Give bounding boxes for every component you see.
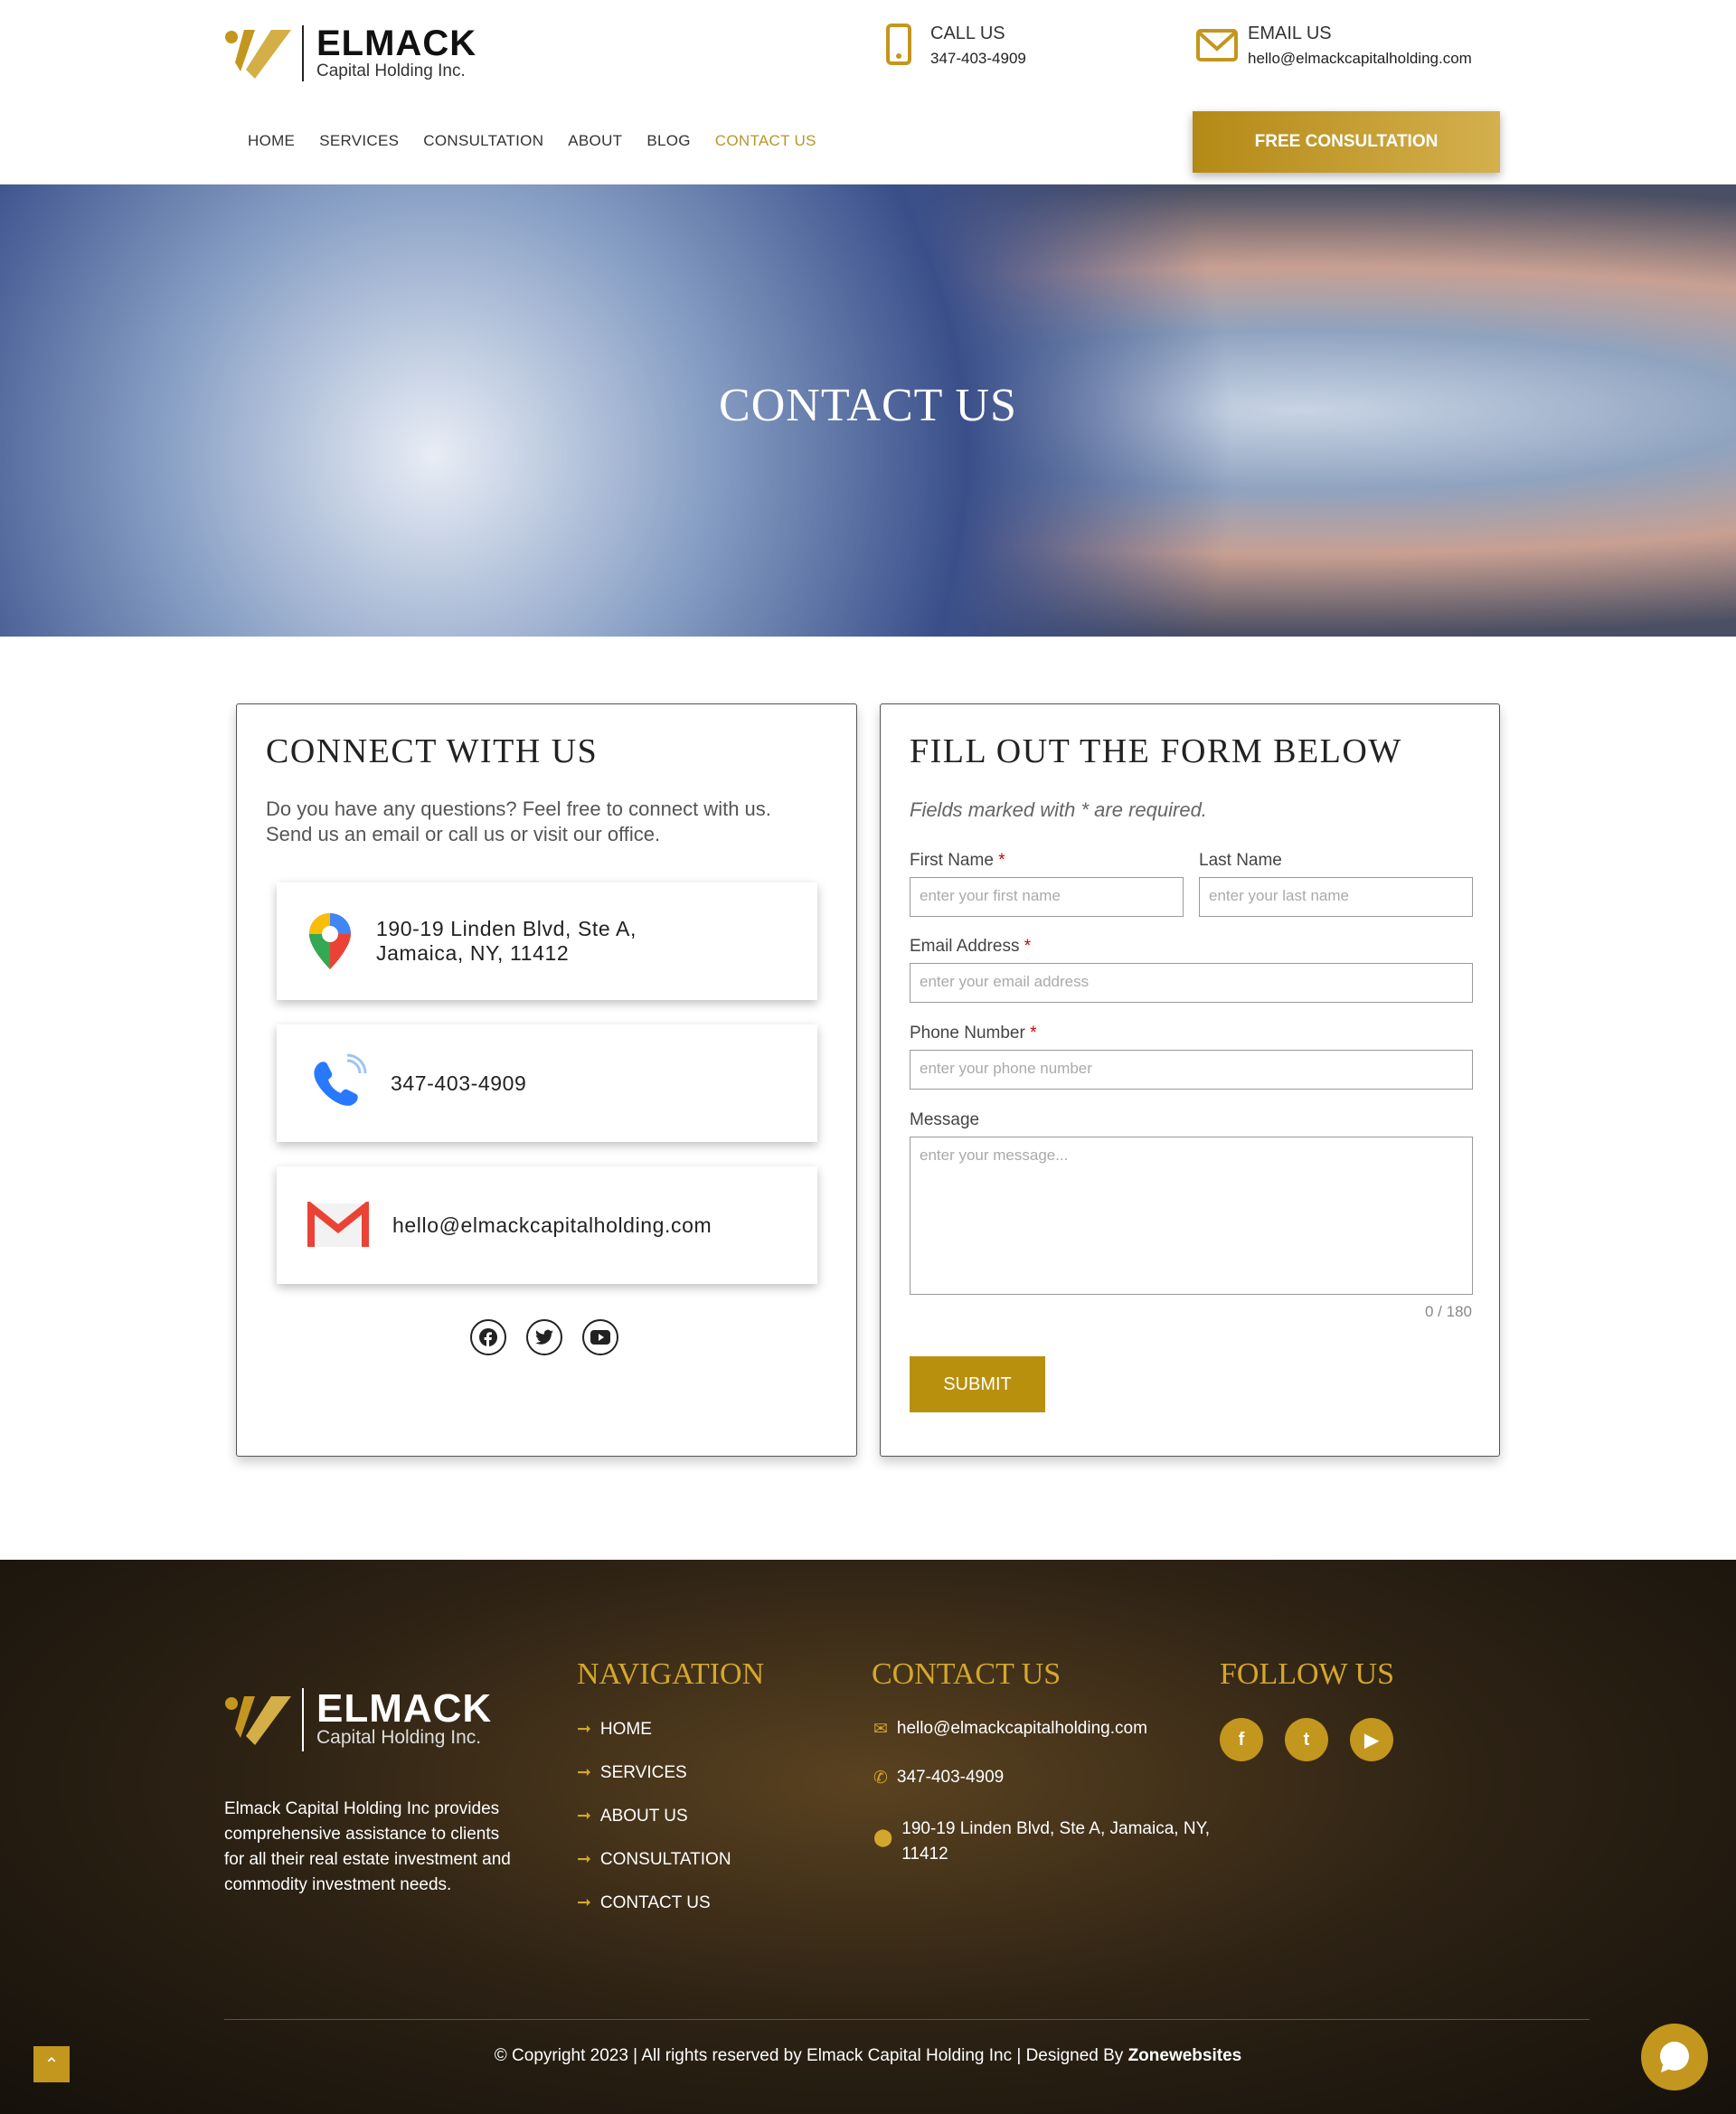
nav-services[interactable]: SERVICES	[319, 132, 399, 149]
footer-nav-consultation[interactable]: ➞ CONSULTATION	[577, 1849, 731, 1892]
twitter-icon[interactable]	[526, 1319, 562, 1355]
gmail-icon	[307, 1202, 369, 1247]
nav-consultation[interactable]: CONSULTATION	[423, 132, 543, 149]
phone-input[interactable]: enter your phone number	[910, 1050, 1473, 1090]
footer-nav-title: NAVIGATION	[577, 1657, 765, 1691]
footer-email-text: hello@elmackcapitalholding.com	[896, 1719, 1147, 1738]
footer-nav-contact[interactable]: ➞ CONTACT US	[577, 1892, 731, 1936]
envelope-icon	[1196, 29, 1238, 61]
required-asterisk: *	[1024, 937, 1032, 956]
phone-box[interactable]: 347-403-4909	[277, 1024, 817, 1142]
arrow-right-icon: ➞	[577, 1893, 591, 1912]
arrow-right-icon: ➞	[577, 1850, 591, 1869]
facebook-icon[interactable]	[470, 1319, 506, 1355]
phone-call-icon	[314, 1053, 367, 1106]
email-text: hello@elmackcapitalholding.com	[392, 1213, 712, 1237]
form-title: FILL OUT THE FORM BELOW	[910, 732, 1402, 770]
footer-email[interactable]: ✉ hello@elmackcapitalholding.com	[873, 1719, 1147, 1740]
submit-button[interactable]: SUBMIT	[910, 1356, 1045, 1412]
footer-phone[interactable]: ✆ 347-403-4909	[873, 1768, 1004, 1788]
arrow-right-icon: ➞	[577, 1807, 591, 1826]
phone-icon: ✆	[873, 1769, 888, 1788]
footer-nav-home[interactable]: ➞ HOME	[577, 1719, 731, 1762]
character-counter: 0 / 180	[1425, 1303, 1472, 1320]
footer-address: ⬤ 190-19 Linden Blvd, Ste A, Jamaica, NY,…	[873, 1817, 1217, 1867]
logo-word: ELMACK	[316, 1686, 493, 1731]
connect-card: CONNECT WITH US Do you have any question…	[236, 703, 857, 1457]
footer-nav-label: CONTACT US	[599, 1893, 711, 1912]
logo-subtitle: Capital Holding Inc.	[316, 61, 466, 80]
youtube-icon[interactable]	[582, 1319, 618, 1355]
call-value[interactable]: 347-403-4909	[930, 50, 1026, 68]
copyright: © Copyright 2023 | All rights reserved b…	[0, 2046, 1736, 2066]
connect-title: CONNECT WITH US	[266, 732, 599, 770]
required-asterisk: *	[1030, 1024, 1037, 1043]
designer-link[interactable]: Zonewebsites	[1128, 2046, 1242, 2065]
required-note: Fields marked with * are required.	[910, 798, 1207, 821]
social-links	[470, 1319, 618, 1355]
footer-nav-label: HOME	[599, 1720, 652, 1739]
email-value[interactable]: hello@elmackcapitalholding.com	[1248, 50, 1472, 68]
message-textarea[interactable]: enter your message...	[910, 1137, 1473, 1295]
email-address-label: Email Address	[910, 937, 1020, 956]
arrow-right-icon: ➞	[577, 1763, 591, 1782]
phone-icon	[886, 24, 911, 65]
footer-nav-label: SERVICES	[599, 1763, 687, 1782]
footer-nav-about[interactable]: ➞ ABOUT US	[577, 1806, 731, 1849]
phone-text: 347-403-4909	[391, 1071, 527, 1095]
footer-logo: ELMACK Capital Holding Inc.	[224, 1688, 492, 1751]
logo[interactable]: ELMACK Capital Holding Inc.	[224, 25, 476, 81]
footer-nav: ➞ HOME ➞ SERVICES ➞ ABOUT US ➞ CONSULTATION …	[577, 1719, 731, 1936]
footer-contact-title: CONTACT US	[872, 1657, 1061, 1691]
first-name-input[interactable]: enter your first name	[910, 877, 1184, 917]
chat-bubble-icon	[1660, 2042, 1689, 2072]
scroll-to-top-button[interactable]: ⌃	[33, 2046, 70, 2082]
hero-banner: CONTACT US	[0, 184, 1736, 637]
main-nav: HOME SERVICES CONSULTATION ABOUT BLOG CONTACT…	[248, 132, 841, 150]
map-pin-icon	[309, 913, 351, 969]
required-asterisk: *	[998, 851, 1005, 870]
phone-number-label: Phone Number	[910, 1024, 1025, 1043]
free-consultation-button[interactable]: FREE CONSULTATION	[1193, 111, 1500, 173]
call-label: CALL US	[930, 24, 1005, 43]
footer-nav-label: ABOUT US	[599, 1807, 688, 1826]
footer-description: Elmack Capital Holding Inc provides comp…	[224, 1799, 511, 1894]
nav-home[interactable]: HOME	[248, 132, 295, 149]
last-name-input[interactable]: enter your last name	[1199, 877, 1473, 917]
logo-subtitle: Capital Holding Inc.	[316, 1727, 482, 1748]
email-box[interactable]: hello@elmackcapitalholding.com	[277, 1166, 817, 1284]
nav-contact-us[interactable]: CONTACT US	[715, 132, 816, 149]
logo-mark-icon	[225, 1696, 291, 1745]
logo-word: ELMACK	[316, 24, 477, 63]
last-name-label: Last Name	[1199, 851, 1282, 870]
nav-blog[interactable]: BLOG	[646, 132, 690, 149]
first-name-label: First Name	[910, 851, 994, 870]
facebook-icon[interactable]: f	[1220, 1718, 1263, 1761]
connect-intro: Do you have any questions? Feel free to …	[266, 797, 771, 845]
email-input[interactable]: enter your email address	[910, 963, 1473, 1003]
copyright-text: © Copyright 2023 | All rights reserved b…	[494, 2046, 1128, 2065]
footer: ELMACK Capital Holding Inc. Elmack Capita…	[0, 1560, 1736, 2114]
twitter-icon[interactable]: t	[1285, 1718, 1328, 1761]
footer-divider	[224, 2019, 1590, 2020]
message-label: Message	[910, 1110, 980, 1129]
address-box[interactable]: 190-19 Linden Blvd, Ste A, Jamaica, NY, …	[277, 882, 817, 1000]
chat-button[interactable]	[1641, 2024, 1708, 2090]
envelope-icon: ✉	[873, 1720, 888, 1739]
footer-follow-title: FOLLOW US	[1220, 1657, 1394, 1691]
email-label: EMAIL US	[1248, 24, 1332, 43]
nav-about[interactable]: ABOUT	[568, 132, 622, 149]
map-pin-icon: ⬤	[873, 1828, 893, 1847]
hero-title: CONTACT US	[719, 380, 1017, 431]
footer-address-text: 190-19 Linden Blvd, Ste A, Jamaica, NY, …	[901, 1819, 1211, 1864]
youtube-icon[interactable]: ▶	[1350, 1718, 1393, 1761]
logo-mark-icon	[225, 30, 291, 79]
contact-form-card: FILL OUT THE FORM BELOW Fields marked wi…	[880, 703, 1500, 1457]
arrow-right-icon: ➞	[577, 1720, 591, 1739]
footer-phone-text: 347-403-4909	[896, 1768, 1005, 1787]
footer-social: f t ▶	[1220, 1718, 1393, 1761]
footer-nav-label: CONSULTATION	[599, 1850, 731, 1869]
footer-nav-services[interactable]: ➞ SERVICES	[577, 1762, 731, 1806]
address-text: 190-19 Linden Blvd, Ste A, Jamaica, NY, …	[376, 917, 637, 965]
